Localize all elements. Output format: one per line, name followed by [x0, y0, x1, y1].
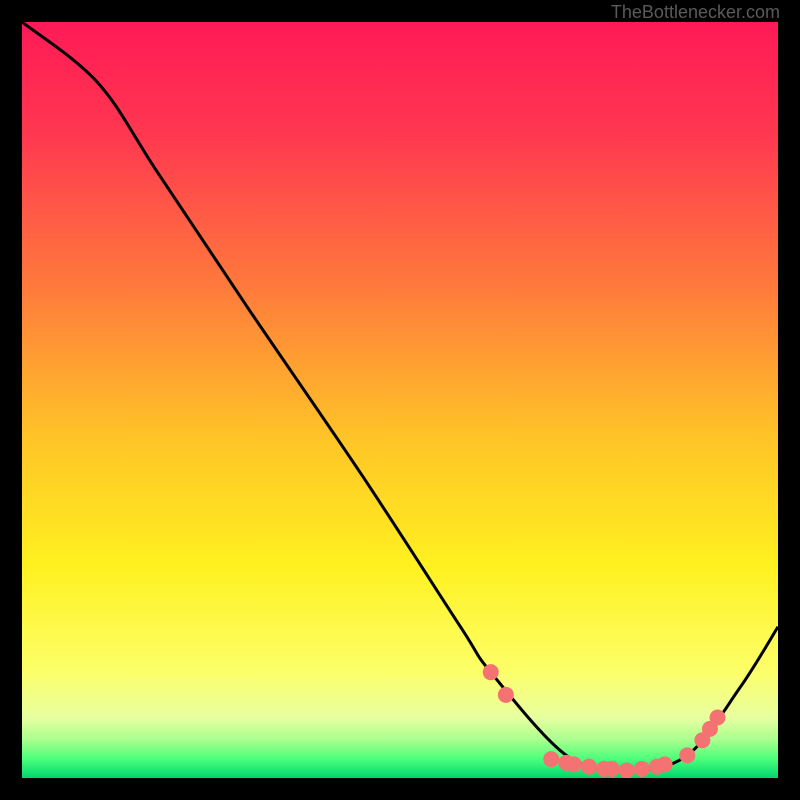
optimal-markers	[483, 664, 726, 778]
marker-dot	[483, 664, 499, 680]
marker-dot	[710, 710, 726, 726]
chart-plot-area	[22, 22, 778, 778]
marker-dot	[657, 756, 673, 772]
marker-dot	[634, 761, 650, 777]
bottleneck-curve	[22, 22, 778, 770]
marker-dot	[543, 751, 559, 767]
marker-dot	[679, 747, 695, 763]
marker-dot	[566, 756, 582, 772]
chart-container: TheBottlenecker.com	[0, 0, 800, 800]
marker-dot	[604, 761, 620, 777]
marker-dot	[581, 759, 597, 775]
marker-dot	[498, 687, 514, 703]
marker-dot	[619, 762, 635, 778]
watermark-text: TheBottlenecker.com	[611, 2, 780, 23]
curve-layer	[22, 22, 778, 778]
